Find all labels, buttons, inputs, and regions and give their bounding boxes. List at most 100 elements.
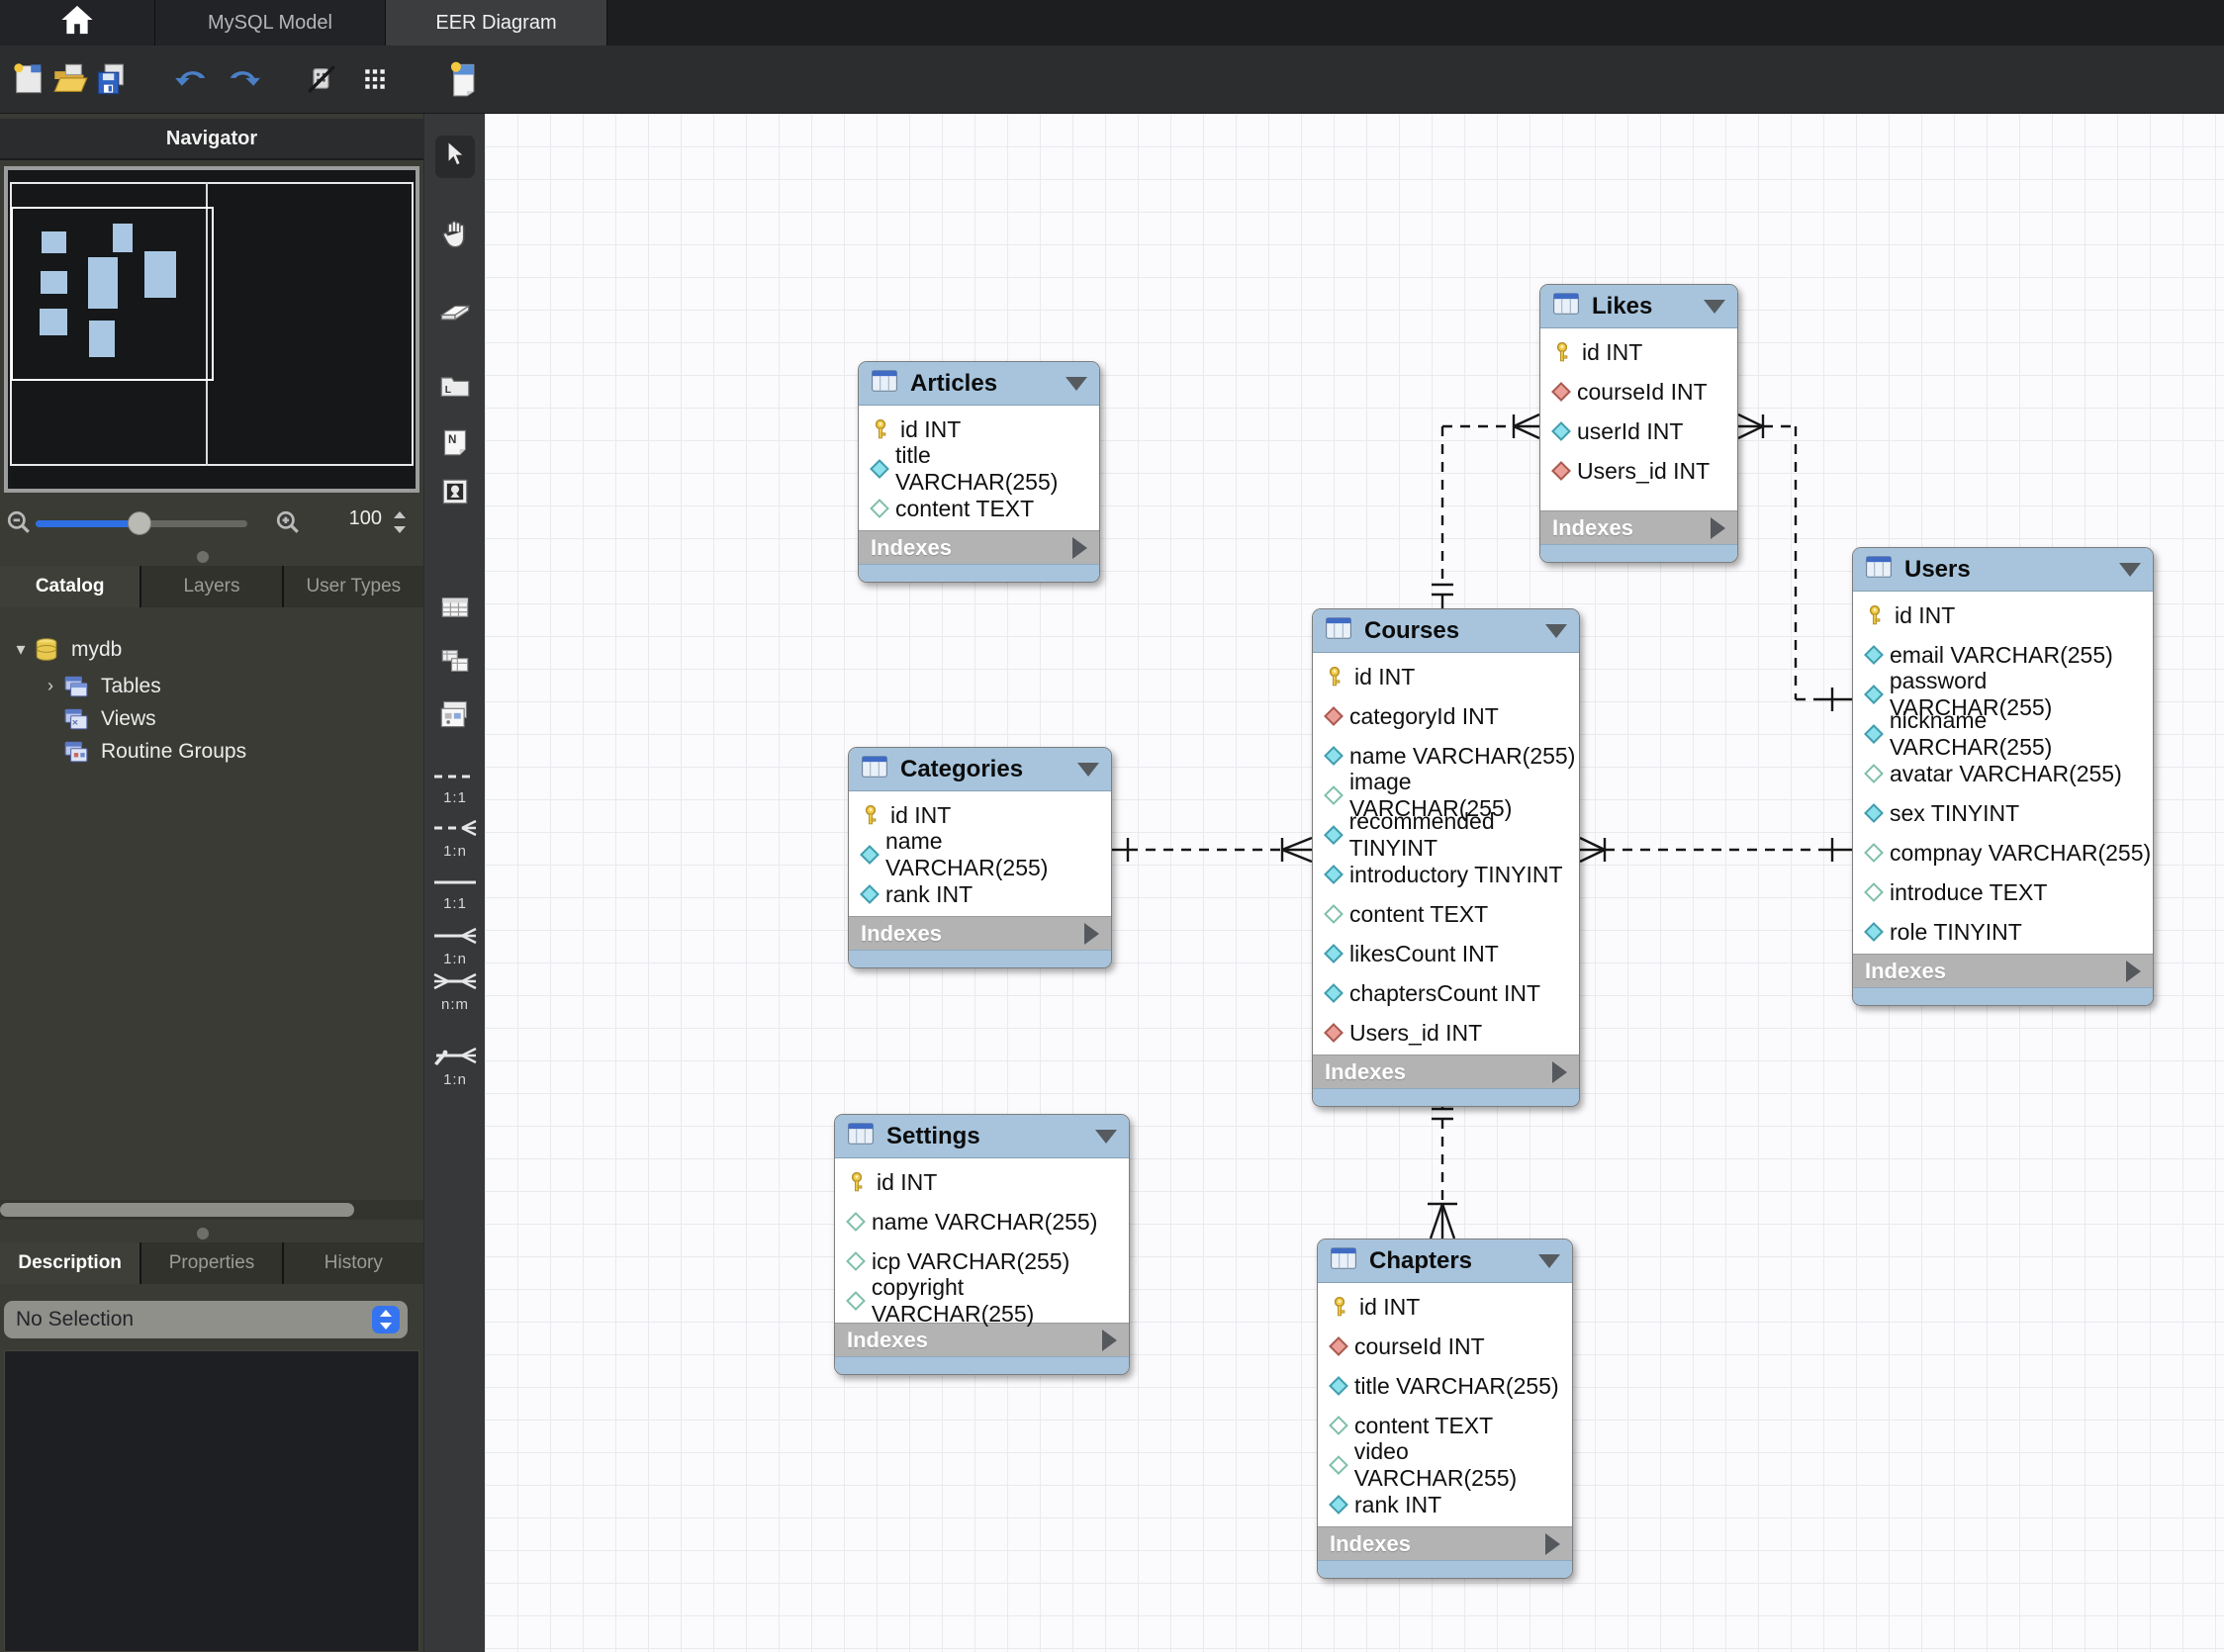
catalog-horizontal-scrollbar[interactable]: [0, 1200, 423, 1220]
indexes-bar[interactable]: Indexes: [1540, 510, 1737, 544]
indexes-bar[interactable]: Indexes: [1853, 954, 2153, 987]
tool-rel-ntom[interactable]: n:m: [424, 972, 486, 1013]
column-row[interactable]: introductory TINYINT: [1313, 855, 1579, 894]
collapse-arrow-icon[interactable]: [1095, 1129, 1117, 1144]
toggle-grid-button[interactable]: [354, 58, 396, 100]
entity-header[interactable]: Chapters: [1318, 1239, 1572, 1283]
panel-splitter-handle[interactable]: [197, 551, 209, 563]
column-row[interactable]: id INT: [1318, 1287, 1572, 1327]
expand-arrow-icon[interactable]: [1102, 1329, 1117, 1351]
column-row[interactable]: recommended TINYINT: [1313, 808, 1579, 861]
relationship-categories-courses[interactable]: [1112, 836, 1313, 864]
column-row[interactable]: likesCount INT: [1313, 934, 1579, 973]
entity-header[interactable]: Courses: [1313, 609, 1579, 653]
chevron-down-icon[interactable]: ▾: [8, 639, 34, 660]
entity-likes[interactable]: Likes id INT courseId INT userId INT Users_i…: [1539, 284, 1738, 563]
tool-place-table[interactable]: [424, 596, 486, 624]
column-row[interactable]: role TINYINT: [1853, 912, 2153, 952]
indexes-bar[interactable]: Indexes: [835, 1323, 1129, 1356]
entity-settings[interactable]: Settings id INT name VARCHAR(255) icp VARCH…: [834, 1114, 1130, 1375]
tab-properties[interactable]: Properties: [141, 1242, 282, 1284]
column-row[interactable]: courseId INT: [1540, 372, 1737, 412]
tab-layers[interactable]: Layers: [141, 566, 282, 607]
undo-button[interactable]: [172, 58, 214, 100]
entity-categories[interactable]: Categories id INT name VARCHAR(255) rank IN…: [848, 747, 1112, 968]
zoom-stepper[interactable]: [392, 509, 408, 535]
selection-dropdown[interactable]: No Selection: [4, 1301, 408, 1338]
indexes-bar[interactable]: Indexes: [849, 916, 1111, 950]
column-row[interactable]: video VARCHAR(255): [1318, 1438, 1572, 1491]
entity-courses[interactable]: Courses id INT categoryId INT name VARCHAR(…: [1312, 608, 1580, 1107]
tool-pan[interactable]: [424, 218, 486, 254]
collapse-arrow-icon[interactable]: [1538, 1253, 1560, 1268]
column-row[interactable]: sex TINYINT: [1853, 793, 2153, 833]
entity-header[interactable]: Users: [1853, 548, 2153, 592]
relationship-likes-users[interactable]: [1737, 413, 1852, 711]
expand-arrow-icon[interactable]: [2126, 960, 2141, 982]
tool-new-layer[interactable]: L: [424, 373, 486, 404]
column-row[interactable]: id INT: [1853, 596, 2153, 635]
tree-node-views[interactable]: Views: [38, 702, 423, 735]
tab-description[interactable]: Description: [0, 1242, 140, 1284]
entity-header[interactable]: Articles: [859, 362, 1099, 406]
indexes-bar[interactable]: Indexes: [1313, 1055, 1579, 1088]
tool-place-routine-group[interactable]: [424, 699, 486, 734]
entity-users[interactable]: Users id INT email VARCHAR(255) password VA…: [1852, 547, 2154, 1006]
column-row[interactable]: introduce TEXT: [1853, 872, 2153, 912]
column-row[interactable]: name VARCHAR(255): [849, 828, 1111, 880]
tool-insert-image[interactable]: [424, 478, 486, 510]
column-row[interactable]: id INT: [1540, 332, 1737, 372]
collapse-arrow-icon[interactable]: [1066, 376, 1087, 391]
column-row[interactable]: id INT: [835, 1162, 1129, 1202]
chevron-right-icon[interactable]: ›: [38, 676, 63, 696]
tool-rel-1ton-existing-columns[interactable]: 1:n: [424, 1044, 486, 1088]
save-model-button[interactable]: [91, 58, 133, 100]
column-row[interactable]: copyright VARCHAR(255): [835, 1274, 1129, 1327]
tab-home[interactable]: [0, 0, 155, 46]
collapse-arrow-icon[interactable]: [1704, 299, 1725, 314]
tool-select[interactable]: [424, 136, 486, 178]
tool-new-note[interactable]: N: [424, 428, 486, 461]
column-row[interactable]: name VARCHAR(255): [835, 1202, 1129, 1241]
eer-diagram-canvas[interactable]: Articles id INT title VARCHAR(255) content …: [485, 114, 2224, 1652]
description-editor[interactable]: [4, 1350, 419, 1652]
navigator-minimap[interactable]: [4, 166, 419, 493]
tool-rel-1ton-identifying[interactable]: 1:n: [424, 927, 486, 967]
dropdown-stepper-icon[interactable]: [372, 1306, 400, 1333]
entity-chapters[interactable]: Chapters id INT courseId INT title VARCHAR(…: [1317, 1239, 1573, 1579]
tool-rel-1to1-identifying[interactable]: 1:1: [424, 875, 486, 912]
column-row[interactable]: categoryId INT: [1313, 696, 1579, 736]
indexes-bar[interactable]: Indexes: [1318, 1526, 1572, 1560]
column-row[interactable]: title VARCHAR(255): [859, 442, 1099, 495]
tree-node-routine-groups[interactable]: Routine Groups: [38, 735, 423, 768]
zoom-slider-thumb[interactable]: [128, 511, 151, 535]
tool-place-view[interactable]: [424, 648, 486, 679]
minimap-canvas[interactable]: [8, 170, 416, 489]
collapse-arrow-icon[interactable]: [1545, 623, 1567, 638]
column-row[interactable]: nickname VARCHAR(255): [1853, 707, 2153, 760]
expand-arrow-icon[interactable]: [1072, 536, 1087, 559]
zoom-slider[interactable]: [36, 511, 247, 535]
tab-history[interactable]: History: [283, 1242, 423, 1284]
entity-header[interactable]: Settings: [835, 1115, 1129, 1158]
column-row[interactable]: title VARCHAR(255): [1318, 1366, 1572, 1406]
tool-rel-1to1-nonidentifying[interactable]: 1:1: [424, 770, 486, 806]
relationship-likes-courses[interactable]: [1432, 413, 1540, 608]
column-row[interactable]: Users_id INT: [1313, 1013, 1579, 1053]
relationship-courses-users[interactable]: [1579, 836, 1852, 864]
entity-header[interactable]: Categories: [849, 748, 1111, 791]
entity-header[interactable]: Likes: [1540, 285, 1737, 328]
tab-eer-diagram[interactable]: EER Diagram: [386, 0, 607, 46]
panel-splitter-handle[interactable]: [197, 1228, 209, 1239]
expand-arrow-icon[interactable]: [1545, 1532, 1560, 1555]
tree-node-tables[interactable]: › Tables: [38, 670, 423, 702]
column-row[interactable]: compnay VARCHAR(255): [1853, 833, 2153, 872]
zoom-in-icon[interactable]: [275, 509, 301, 540]
tool-rel-1ton-nonidentifying[interactable]: 1:n: [424, 819, 486, 860]
new-document-button[interactable]: [8, 58, 49, 100]
relationship-courses-chapters[interactable]: [1428, 1099, 1457, 1239]
column-row[interactable]: content TEXT: [1313, 894, 1579, 934]
expand-arrow-icon[interactable]: [1711, 516, 1725, 539]
tool-eraser[interactable]: [424, 300, 486, 328]
column-row[interactable]: Users_id INT: [1540, 451, 1737, 491]
